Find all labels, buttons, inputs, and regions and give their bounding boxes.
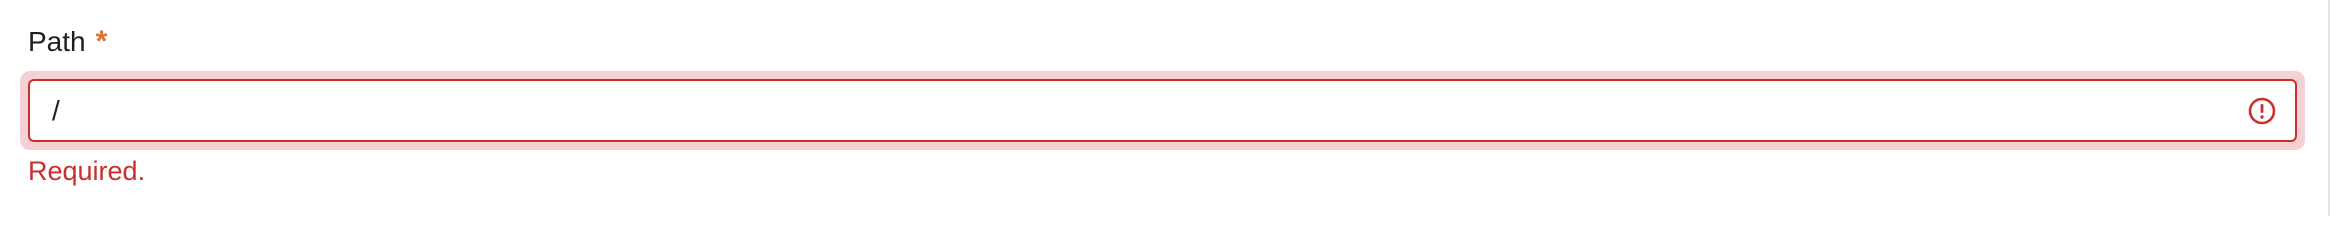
exclamation-circle-icon [2248,97,2276,124]
path-input-focus-ring [20,71,2305,150]
path-input-container[interactable] [28,79,2297,142]
required-marker: * [95,25,108,58]
path-label-row: Path * [28,22,107,62]
path-input[interactable] [30,81,2295,140]
path-error-message: Required. [28,156,146,186]
path-form-field: Path * Required. [0,0,2330,216]
path-label: Path [28,26,86,57]
